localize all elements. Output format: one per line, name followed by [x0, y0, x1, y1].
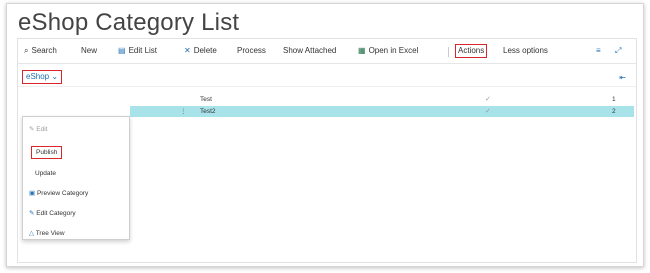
list-panel: ⌕ Search New ▤ Edit List ✕ Delete Process S… [17, 38, 637, 263]
delete-icon: ✕ [184, 46, 191, 55]
search-icon: ⌕ [24, 46, 29, 55]
menu-item-edit-category[interactable]: ✎ Edit Category [29, 209, 76, 218]
row-check-icon: ✓ [485, 108, 491, 115]
toolbar-divider-line [18, 63, 636, 64]
open-in-excel-button[interactable]: ▦ Open in Excel [358, 45, 418, 57]
table-row[interactable]: Test ✓ 1 [130, 94, 634, 105]
menu-item-preview-category[interactable]: ▣ Preview Category [29, 189, 88, 198]
menu-item-edit[interactable]: ✎ Edit [29, 125, 47, 134]
menu-item-publish[interactable]: Publish [31, 146, 63, 159]
edit-list-button[interactable]: ▤ Edit List [118, 45, 157, 57]
action-bar: ⌕ Search New ▤ Edit List ✕ Delete Process S… [18, 39, 636, 61]
row-menu-icon[interactable]: ⋮ [180, 107, 187, 116]
pencil-icon: ✎ [29, 126, 35, 133]
row-number: 2 [612, 108, 616, 115]
menu-item-update[interactable]: Update [35, 169, 56, 178]
less-options-button[interactable]: Less options [503, 45, 548, 57]
show-attached-button[interactable]: Show Attached [283, 45, 336, 57]
actions-dropdown-menu: ✎ Edit Publish Update ▣ Preview Category… [22, 116, 130, 240]
list-view-icon[interactable]: ≡ [596, 45, 601, 57]
eshop-filter-button[interactable]: eShop ⌄ [22, 70, 63, 84]
filter-divider-line [18, 86, 636, 87]
collapse-panel-icon[interactable]: ⇤ [619, 73, 626, 82]
row-name: Test [200, 96, 212, 103]
menu-item-tree-view[interactable]: △ Tree View [29, 229, 65, 238]
actions-button[interactable]: Actions [455, 44, 488, 58]
pencil-icon: ✎ [29, 210, 35, 217]
chevron-down-icon: ⌄ [51, 72, 59, 81]
row-number: 1 [612, 96, 616, 103]
toolbar-divider [448, 47, 449, 57]
new-button[interactable]: New [81, 45, 97, 57]
preview-icon: ▣ [29, 190, 36, 197]
page-frame: eShop Category List ⌕ Search New ▤ Edit Li… [6, 3, 644, 267]
edit-list-icon: ▤ [118, 46, 126, 55]
expand-icon[interactable]: ⤢ [615, 45, 621, 57]
tree-icon: △ [29, 230, 34, 237]
excel-icon: ▦ [358, 46, 366, 55]
page-title: eShop Category List [18, 9, 240, 36]
row-check-icon: ✓ [485, 96, 491, 103]
delete-button[interactable]: ✕ Delete [184, 45, 217, 57]
process-button[interactable]: Process [237, 45, 266, 57]
search-button[interactable]: ⌕ Search [24, 45, 57, 57]
table-row-selected[interactable]: ⋮ Test2 ✓ 2 [130, 106, 634, 117]
row-name: Test2 [200, 108, 216, 115]
